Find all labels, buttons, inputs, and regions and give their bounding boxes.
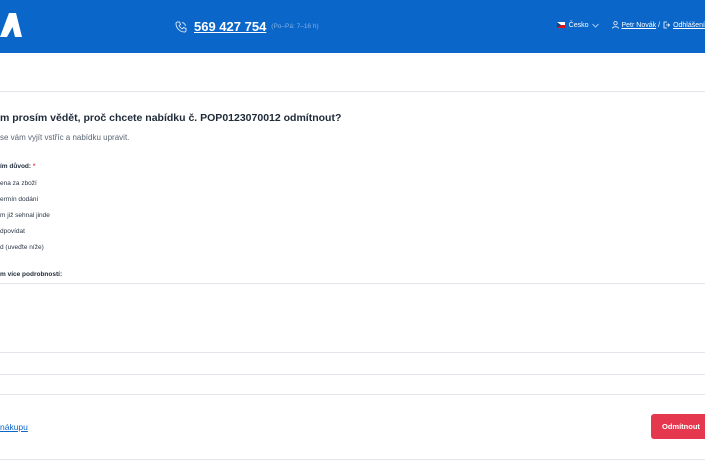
reason-option-delivery[interactable]: ermín dodání	[0, 196, 38, 203]
divider	[0, 394, 705, 395]
reason-label: ím důvod: *	[0, 163, 35, 170]
phone-hours: (Po–Pá: 7–16 h)	[271, 23, 319, 30]
reason-option-mismatch[interactable]: dpovídat	[0, 228, 25, 235]
user-profile-link[interactable]: Petr Novák	[622, 22, 657, 29]
logout-icon	[663, 21, 671, 29]
chevron-down-icon[interactable]	[591, 23, 599, 28]
details-label: m více podrobností:	[0, 271, 63, 278]
phone-icon	[175, 21, 187, 33]
divider	[0, 459, 705, 460]
czech-flag-icon	[556, 22, 565, 28]
phone-number-link[interactable]: 569 427 754	[194, 19, 266, 34]
page-title: m prosím vědět, proč chcete nabídku č. P…	[0, 112, 342, 124]
divider	[0, 91, 705, 92]
account-nav: Česko Petr Novák / Odhlášení	[556, 21, 705, 29]
page-subtitle: se vám vyjít vstříc a nabídku upravit.	[0, 133, 130, 142]
top-bar: 569 427 754 (Po–Pá: 7–16 h) Česko Petr N…	[0, 0, 705, 53]
details-textarea[interactable]	[0, 283, 705, 353]
reason-option-elsewhere[interactable]: m již sehnal jinde	[0, 212, 50, 219]
reason-option-price[interactable]: ena za zboží	[0, 180, 37, 187]
reject-button[interactable]: Odmítnout	[651, 414, 705, 439]
language-select[interactable]: Česko	[569, 22, 589, 29]
phone-contact: 569 427 754 (Po–Pá: 7–16 h)	[175, 19, 319, 34]
logout-link[interactable]: Odhlášení	[673, 22, 705, 29]
reason-option-other[interactable]: d (uveďte níže)	[0, 244, 44, 251]
reason-label-text: ím důvod:	[0, 163, 32, 170]
company-logo[interactable]	[0, 13, 22, 37]
back-to-purchase-link[interactable]: nákupu	[0, 422, 28, 432]
divider	[0, 374, 705, 375]
required-mark: *	[32, 163, 36, 170]
user-icon	[611, 21, 619, 29]
nav-separator: /	[658, 21, 661, 29]
